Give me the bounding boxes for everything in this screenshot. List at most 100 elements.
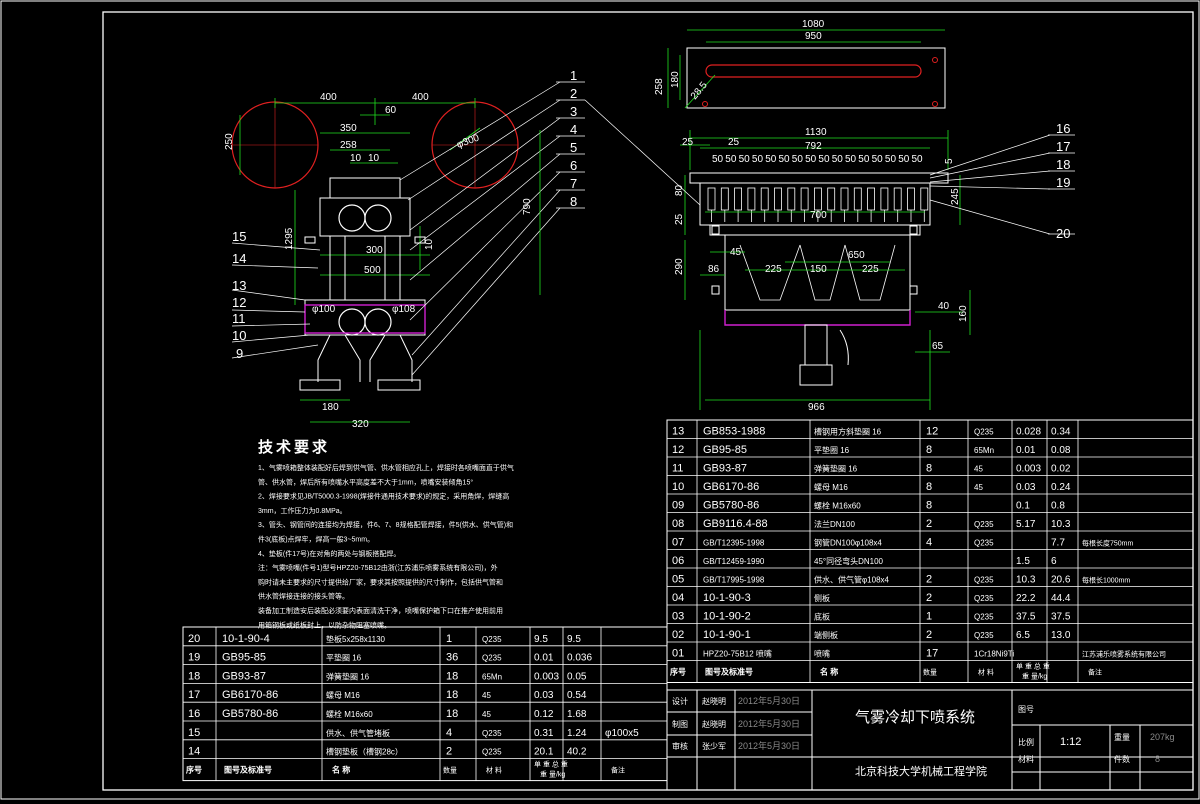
callout-19: 19: [1056, 175, 1070, 190]
drawing-svg: 400 400 60 350 258 10 10 250 1295 300 50…: [0, 0, 1200, 800]
nozzle: [774, 187, 782, 211]
bom-qty: 17: [926, 648, 938, 660]
callout-16: 16: [1056, 121, 1070, 136]
sheet-value: 8: [1155, 754, 1160, 764]
bom-name: 喷嘴: [814, 649, 830, 659]
nozzle: [867, 187, 875, 211]
bom-qty: 2: [926, 629, 932, 641]
bom-unit-weight: 22.2: [1016, 593, 1036, 604]
bom-material: 1Cr18Ni9Ti: [974, 650, 1014, 659]
bom-header-weight: 单 重 总 重: [534, 760, 568, 769]
dim-180-top: 180: [670, 71, 681, 88]
name-design: 赵晓明: [702, 696, 726, 706]
bom-name: 平垫圈 16: [326, 653, 362, 663]
bom-qty: 8: [926, 481, 932, 493]
bom-header-note: 备注: [611, 766, 625, 775]
bom-no: 07: [672, 537, 684, 549]
bom-material: Q235: [482, 748, 502, 757]
tech-line: 3mm，工作压力为0.8MPa。: [258, 506, 347, 515]
bom-header-weight-unit: 重 量/kg: [540, 771, 565, 779]
bom-name: 供水、供气管堵板: [326, 728, 390, 738]
bom-unit-weight: 37.5: [1016, 612, 1036, 623]
bom-row: 10 GB6170-86 螺母 M16 8 45 0.03 0.24: [672, 481, 1071, 493]
bom-total-weight: 40.2: [567, 747, 587, 758]
nozzle: [907, 187, 915, 211]
bom-no: 17: [188, 689, 200, 701]
bom-total-weight: 6: [1051, 556, 1057, 567]
callout-18: 18: [1056, 157, 1070, 172]
bom-name: 螺栓 M16x60: [326, 709, 373, 719]
bom-row: 02 10-1-90-1 端侧板 2 Q235 6.5 13.0: [672, 629, 1071, 641]
dim-400-right: 400: [412, 92, 429, 103]
bom-code: GB/T17995-1998: [703, 576, 765, 585]
callout-20: 20: [1056, 226, 1070, 241]
bom-qty: 18: [446, 689, 458, 701]
bom-header-qty: 数量: [923, 668, 937, 677]
bom-code: GB95-85: [703, 444, 747, 456]
nozzle: [840, 187, 849, 211]
bom-material: Q235: [974, 594, 994, 603]
bom-material: Q235: [482, 654, 502, 663]
bom-row: 18 GB93-87 弹簧垫圈 16 18 65Mn 0.003 0.05: [188, 670, 587, 682]
bom-no: 05: [672, 574, 684, 586]
drawing-title: 气雾冷却下喷系统: [855, 709, 975, 726]
dim-290: 290: [674, 258, 685, 275]
dim-45: 45: [730, 247, 742, 258]
bom-header-material: 材 料: [486, 766, 502, 775]
label-drawing-no: 图号: [1018, 705, 1034, 714]
front-view: [584, 99, 1075, 410]
bom-no: 15: [188, 727, 200, 739]
dim-10a: 10: [350, 153, 362, 164]
bom-header-no: 序号: [670, 667, 686, 677]
date-design: 2012年5月30日: [738, 695, 800, 706]
dim-phi108: φ108: [392, 304, 416, 315]
bom-code: 10-1-90-2: [703, 611, 751, 623]
bom-name: 螺栓 M16x60: [814, 501, 861, 511]
role-draw: 制图: [672, 719, 688, 729]
bom-qty: 2: [926, 592, 932, 604]
bom-row: 15 供水、供气管堵板 4 Q235 0.31 1.24 φ100x5: [188, 727, 639, 739]
bom-qty: 8: [926, 463, 932, 475]
bom-name: 法兰DN100: [814, 519, 855, 529]
bom-code: GB93-87: [222, 670, 266, 682]
bom-name: 供水、供气管φ108x4: [814, 575, 890, 585]
tech-requirements: 技术要求 1、气雾喷箱整体装配好后焊到供气管、供水管相应孔上，焊接时各喷嘴面直于…: [258, 438, 514, 629]
dim-500: 500: [364, 265, 381, 276]
bom-unit-weight: 20.1: [534, 747, 554, 758]
bom-name: 弹簧垫圈 16: [326, 671, 370, 681]
bom-qty: 18: [446, 670, 458, 682]
bom-unit-weight: 0.03: [534, 690, 554, 701]
weight-value: 207kg: [1150, 732, 1175, 742]
bom-material: 65Mn: [482, 672, 502, 681]
nozzle: [814, 187, 822, 211]
bom-qty: 1: [926, 611, 932, 623]
bom-qty: 2: [926, 574, 932, 586]
bom-name: 端侧板: [814, 630, 838, 640]
nozzle-pitch: 50: [818, 154, 830, 165]
bom-row: 13 GB853-1988 槽钢用方斜垫圈 16 12 Q235 0.028 0.34: [672, 426, 1071, 438]
dim-80: 80: [674, 184, 685, 196]
bom-row: 05 GB/T17995-1998 供水、供气管φ108x4 2 Q235 10.3 20.…: [672, 574, 1130, 586]
dim-5: 5: [944, 158, 955, 164]
dim-10b: 10: [368, 153, 380, 164]
bom-name: 螺母 M16: [814, 482, 848, 492]
bom-total-weight: 0.34: [1051, 427, 1071, 438]
dim-25a: 25: [682, 137, 694, 148]
callout-12: 12: [232, 295, 246, 310]
bom-unit-weight: 0.03: [1016, 482, 1036, 493]
dim-966: 966: [808, 402, 825, 413]
bom-no: 08: [672, 518, 684, 530]
bom-no: 18: [188, 670, 200, 682]
bom-qty: 12: [926, 426, 938, 438]
tech-line: 注：气雾喷嘴(件号1)型号HPZ20-75B12由浙(江苏浦乐喷雾系统有限公司)…: [258, 563, 498, 572]
bom-row: 03 10-1-90-2 底板 1 Q235 37.5 37.5: [672, 611, 1071, 623]
bom-unit-weight: 6.5: [1016, 630, 1030, 641]
bom-row: 17 GB6170-86 螺母 M16 18 45 0.03 0.54: [188, 689, 587, 701]
callout-5: 5: [570, 140, 577, 155]
bom-row: 09 GB5780-86 螺栓 M16x60 8 0.1 0.8: [672, 500, 1065, 512]
nozzle-pitch: 50: [832, 154, 844, 165]
callout-13: 13: [232, 278, 246, 293]
nozzle: [734, 187, 742, 211]
nozzle: [920, 187, 929, 211]
role-review: 审核: [672, 741, 688, 751]
